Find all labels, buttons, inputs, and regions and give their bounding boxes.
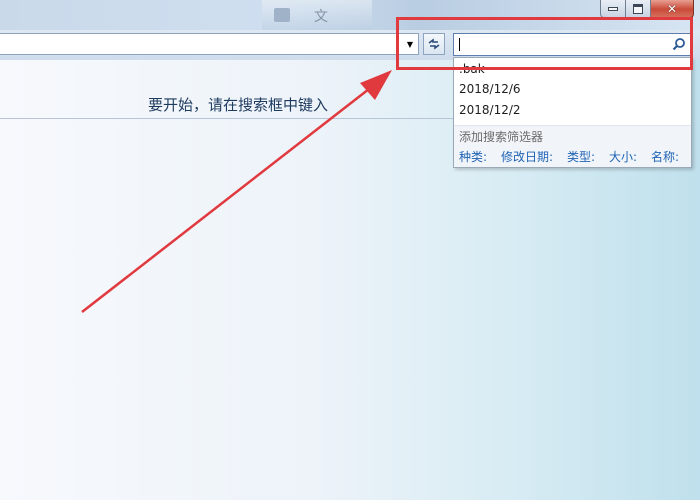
suggestion-item[interactable]: .bak: [459, 59, 485, 79]
filter-type[interactable]: 类型:: [567, 148, 595, 166]
close-button[interactable]: ✕: [651, 0, 694, 18]
search-input[interactable]: [453, 33, 691, 56]
blurred-title-text: 文: [314, 9, 328, 25]
blurred-folder-icon: [274, 8, 290, 22]
minimize-button[interactable]: [600, 0, 626, 18]
text-caret: [459, 38, 460, 51]
background-window-blur: 文: [262, 0, 372, 30]
filter-kind[interactable]: 种类:: [459, 148, 487, 166]
filter-title: 添加搜索筛选器: [459, 130, 544, 144]
refresh-button[interactable]: [423, 33, 445, 55]
filter-name[interactable]: 名称:: [651, 148, 679, 166]
title-bar: 文 ✕: [0, 0, 700, 30]
maximize-icon: [633, 3, 643, 14]
chevron-down-icon[interactable]: ▼: [404, 38, 416, 50]
address-bar[interactable]: ▼: [0, 33, 419, 55]
search-hint: 要开始，请在搜索框中键入: [148, 96, 329, 114]
suggestion-item[interactable]: 2018/12/6: [459, 79, 521, 99]
filter-size[interactable]: 大小:: [609, 148, 637, 166]
refresh-icon: [428, 38, 440, 50]
suggestion-item[interactable]: 2018/12/2: [459, 100, 521, 120]
search-icon[interactable]: [672, 37, 686, 51]
window-caption-buttons: ✕: [600, 0, 694, 18]
divider: [0, 118, 455, 119]
filter-modified-date[interactable]: 修改日期:: [501, 148, 553, 166]
close-icon: ✕: [666, 1, 678, 16]
minimize-icon: [608, 6, 618, 11]
maximize-button[interactable]: [626, 0, 651, 18]
search-filter-section: 添加搜索筛选器 种类: 修改日期: 类型: 大小: 名称:: [454, 126, 691, 167]
search-suggestions-dropdown: .bak 2018/12/6 2018/12/2 添加搜索筛选器 种类: 修改日…: [453, 57, 692, 168]
